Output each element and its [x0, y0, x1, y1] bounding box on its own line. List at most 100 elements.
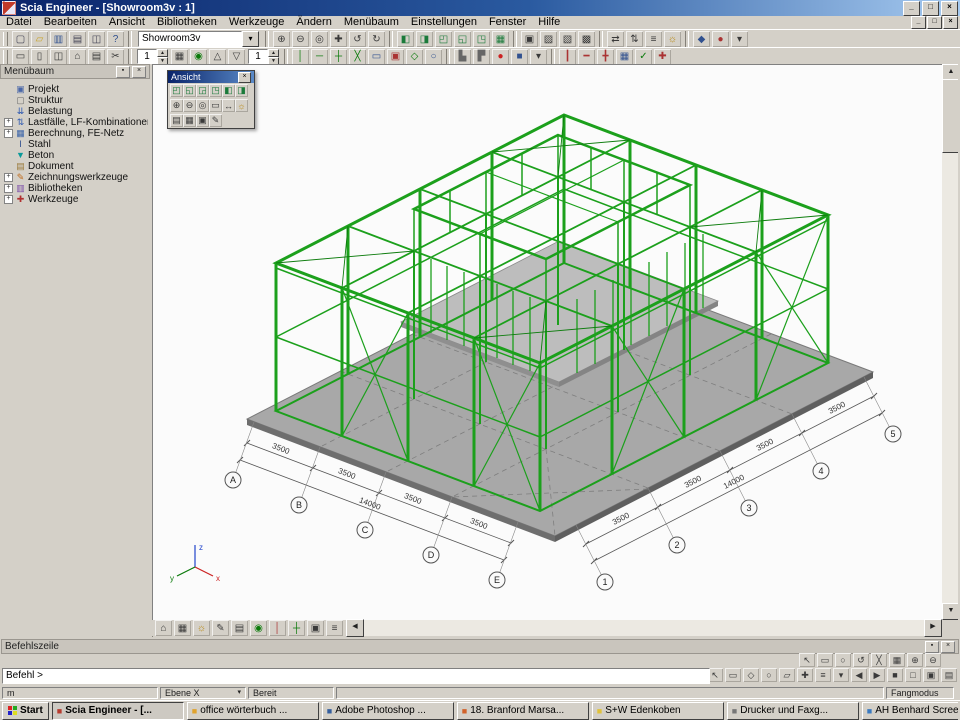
taskbar-task-button[interactable]: ■ Scia Engineer - [... — [52, 702, 184, 720]
stepper-up-icon[interactable]: ▲ — [268, 49, 279, 57]
toolbar-grip[interactable] — [3, 50, 8, 64]
support-icon[interactable]: ● — [492, 49, 509, 65]
empty-icon[interactable]: □ — [905, 668, 921, 682]
pick-para-icon[interactable]: ▱ — [779, 668, 795, 682]
clip-icon[interactable]: ▤ — [170, 114, 183, 127]
view-xz-icon[interactable]: ◱ — [183, 84, 196, 97]
select-icon[interactable]: ▭ — [12, 49, 29, 65]
point-icon[interactable]: ● — [712, 31, 729, 47]
plate-icon[interactable]: ▤ — [88, 49, 105, 65]
prev-icon[interactable]: ◀ — [851, 668, 867, 682]
level-cell[interactable]: Ebene X ▾ — [160, 687, 246, 699]
view-front-icon[interactable]: ◧ — [397, 31, 414, 47]
menu-item[interactable]: Menübaum — [338, 16, 405, 29]
table-icon[interactable]: ▤ — [941, 668, 957, 682]
undo-icon[interactable]: ↺ — [349, 31, 366, 47]
zoom-in-icon[interactable]: ⊕ — [170, 99, 183, 112]
scroll-left-icon[interactable]: ◀ — [346, 619, 364, 637]
snap-point-icon[interactable]: ◉ — [250, 620, 267, 636]
list2-icon[interactable]: ≡ — [815, 668, 831, 682]
pin-icon[interactable]: ▪ — [925, 641, 939, 653]
close-button[interactable]: × — [941, 1, 958, 16]
cross-icon[interactable]: ╳ — [871, 653, 887, 667]
menu-item[interactable]: Bearbeiten — [38, 16, 103, 29]
wireframe-icon[interactable]: ▦ — [492, 31, 509, 47]
zoomout2-icon[interactable]: ⊖ — [925, 653, 941, 667]
pick-rect-icon[interactable]: ▭ — [725, 668, 741, 682]
light-toggle-icon[interactable]: ☼ — [193, 620, 210, 636]
taskbar-task-button[interactable]: ■ 18. Branford Marsa... — [457, 702, 589, 720]
rotate-icon[interactable]: ↺ — [853, 653, 869, 667]
menu-item[interactable]: Hilfe — [532, 16, 566, 29]
annotate-icon[interactable]: ✎ — [209, 114, 222, 127]
axis-icon[interactable]: △ — [209, 49, 226, 65]
stepper-up-icon[interactable]: ▲ — [157, 49, 168, 57]
sidebar-item[interactable]: + ▦ Berechnung, FE-Netz — [3, 128, 148, 139]
hidden-lines-icon[interactable]: ▧ — [559, 31, 576, 47]
grid-toggle-icon[interactable]: ▦ — [174, 620, 191, 636]
layers-icon[interactable]: ≡ — [645, 31, 662, 47]
solid-icon[interactable]: ▣ — [307, 620, 324, 636]
sidebar-item[interactable]: + ✎ Zeichnungswerkzeuge — [3, 172, 148, 183]
pick-poly-icon[interactable]: ◇ — [743, 668, 759, 682]
mesh-icon[interactable]: ▦ — [616, 49, 633, 65]
sidebar-item[interactable]: ⇊ Belastung — [3, 106, 148, 117]
mesh2-icon[interactable]: ▦ — [889, 653, 905, 667]
check-icon[interactable]: ✓ — [635, 49, 652, 65]
chevron-down-icon[interactable]: ▾ — [242, 31, 259, 47]
view-axo2-icon[interactable]: ◧ — [222, 84, 235, 97]
menu-item[interactable]: Ansicht — [103, 16, 151, 29]
steel-col-icon[interactable]: ┃ — [559, 49, 576, 65]
solid-view-icon[interactable]: ▣ — [196, 114, 209, 127]
project-combobox[interactable]: Showroom3v ▾ — [138, 31, 259, 47]
combobox-value[interactable]: Showroom3v — [138, 31, 242, 47]
cursor-icon[interactable]: ↖ — [799, 653, 815, 667]
render-icon[interactable]: ▣ — [521, 31, 538, 47]
view-axo3-icon[interactable]: ◨ — [235, 84, 248, 97]
chevron-down-icon[interactable]: ▾ — [237, 688, 241, 698]
horizontal-scrollbar-track[interactable] — [364, 620, 924, 636]
pick-circle-icon[interactable]: ○ — [761, 668, 777, 682]
axis-z-icon[interactable]: │ — [269, 620, 286, 636]
taskbar-task-button[interactable]: ■ Drucker und Faxg... — [727, 702, 859, 720]
wall-icon[interactable]: ▣ — [387, 49, 404, 65]
node2-icon[interactable]: ◇ — [406, 49, 423, 65]
menu-item[interactable]: Werkzeuge — [223, 16, 290, 29]
block2-icon[interactable]: ▛ — [473, 49, 490, 65]
help-icon[interactable]: ? — [107, 31, 124, 47]
vertical-scrollbar[interactable]: ▲ ▼ — [942, 64, 958, 620]
texture-icon[interactable]: ▩ — [578, 31, 595, 47]
mdi-close-button[interactable]: × — [943, 16, 958, 29]
mark-icon[interactable]: ▣ — [923, 668, 939, 682]
steel-beam-icon[interactable]: ━ — [578, 49, 595, 65]
sidebar-item[interactable]: ▤ Dokument — [3, 161, 148, 172]
load-icon[interactable]: ■ — [511, 49, 528, 65]
snap-mode-cell[interactable]: Fangmodus — [886, 687, 954, 699]
snap-icon[interactable]: ◉ — [190, 49, 207, 65]
steel-frame-icon[interactable]: ╋ — [597, 49, 614, 65]
fill-icon[interactable]: ■ — [887, 668, 903, 682]
zoomin2-icon[interactable]: ⊕ — [907, 653, 923, 667]
flip-h-icon[interactable]: ⇄ — [607, 31, 624, 47]
block1-icon[interactable]: ▙ — [454, 49, 471, 65]
stepper-value[interactable]: 1 — [137, 49, 157, 64]
add-sel-icon[interactable]: ✚ — [797, 668, 813, 682]
taskbar-task-button[interactable]: ■ Adobe Photoshop ... — [322, 702, 454, 720]
save-icon[interactable]: ▥ — [50, 31, 67, 47]
member-horiz-icon[interactable]: ─ — [311, 49, 328, 65]
beam-icon[interactable]: ▯ — [31, 49, 48, 65]
taskbar-task-button[interactable]: ■ S+W Edenkoben — [592, 702, 724, 720]
menu-item[interactable]: Datei — [0, 16, 38, 29]
edit-icon[interactable]: ✎ — [212, 620, 229, 636]
zoom-out-icon[interactable]: ⊖ — [183, 99, 196, 112]
sidebar-item[interactable]: ▣ Projekt — [3, 84, 148, 95]
member-vert-icon[interactable]: │ — [292, 49, 309, 65]
list-icon[interactable]: ≡ — [326, 620, 343, 636]
view-xy-icon[interactable]: ◰ — [170, 84, 183, 97]
sidebar-item[interactable]: + ✚ Werkzeuge — [3, 194, 148, 205]
mdi-restore-button[interactable]: □ — [927, 16, 942, 29]
sidebar-item[interactable]: + ▥ Bibliotheken — [3, 183, 148, 194]
expand-icon[interactable]: + — [4, 129, 13, 138]
column-icon[interactable]: ◫ — [50, 49, 67, 65]
view-iso-icon[interactable]: ◳ — [473, 31, 490, 47]
